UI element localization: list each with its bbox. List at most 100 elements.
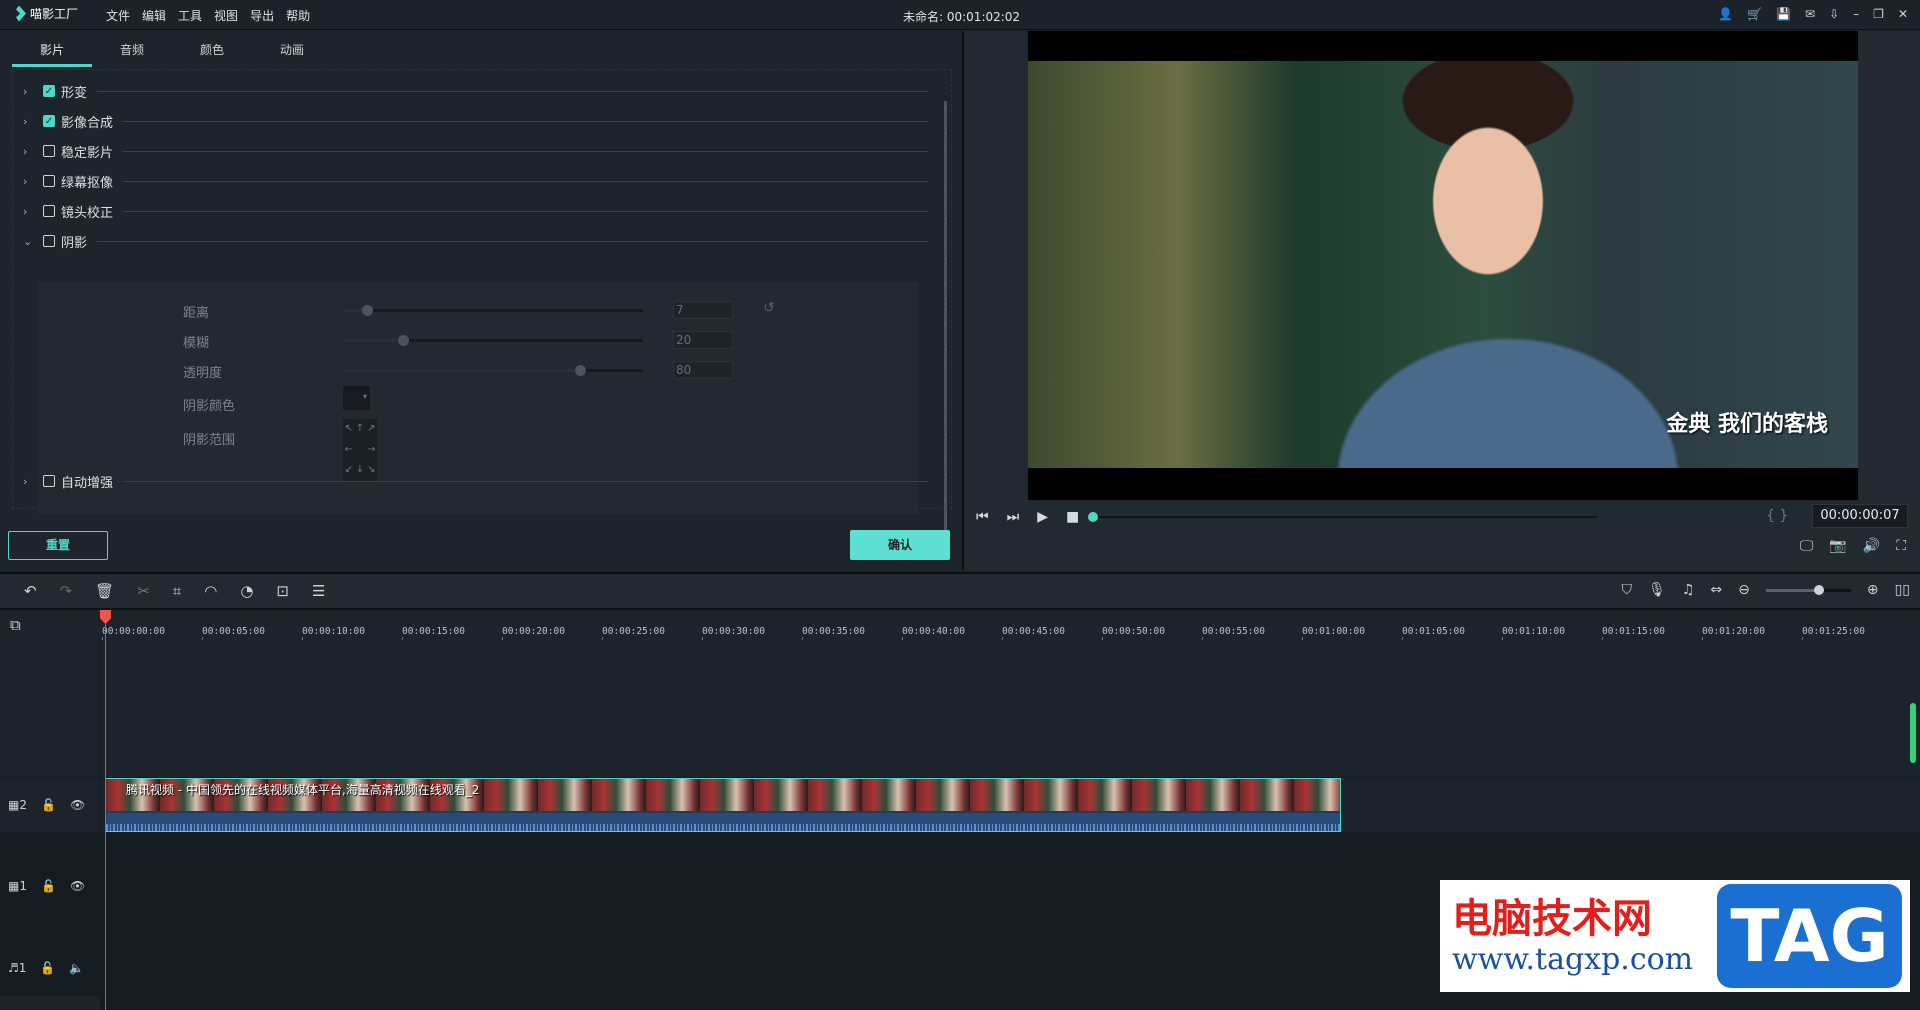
section-chroma-key[interactable]: › 绿幕抠像 [23, 170, 928, 192]
download-icon[interactable]: ⇩ [1829, 7, 1839, 21]
user-icon[interactable]: 👤 [1718, 7, 1733, 21]
section-lens-correction[interactable]: › 镜头校正 [23, 200, 928, 222]
opacity-input[interactable]: 80 [673, 361, 733, 379]
menu-file[interactable]: 文件 [106, 7, 130, 24]
mark-in-out[interactable]: { } [1766, 508, 1788, 524]
fullscreen-icon[interactable]: ⛶ [1896, 538, 1906, 554]
menu-tools[interactable]: 工具 [178, 7, 202, 24]
crop-icon[interactable]: ⌗ [173, 582, 181, 600]
reset-button[interactable]: 重置 [8, 531, 108, 560]
section-compositing[interactable]: › ✓ 影像合成 [23, 110, 928, 132]
arrow-up-icon[interactable]: ↑ [354, 419, 365, 440]
chevron-down-icon[interactable]: ⌄ [23, 235, 37, 248]
cart-icon[interactable]: 🛒 [1747, 7, 1762, 21]
redo-icon[interactable]: ↷ [60, 582, 73, 600]
chevron-right-icon[interactable]: › [23, 205, 37, 218]
panel-toggle-icon[interactable]: ▯▯ [1895, 582, 1910, 598]
checkbox[interactable] [43, 145, 55, 157]
playback-knob[interactable] [1088, 512, 1098, 522]
color-icon[interactable]: ◔ [240, 582, 253, 600]
menu-edit[interactable]: 编辑 [142, 7, 166, 24]
add-track-icon[interactable]: ⧉ [10, 616, 21, 634]
menu-view[interactable]: 视图 [214, 7, 238, 24]
minimize-icon[interactable]: – [1853, 7, 1859, 21]
checkbox[interactable]: ✓ [43, 85, 55, 97]
zoom-in-icon[interactable]: ⊕ [1867, 582, 1879, 598]
adjust-icon[interactable]: ☰ [312, 582, 325, 600]
checkbox[interactable] [43, 205, 55, 217]
cut-icon[interactable]: ✂ [137, 582, 150, 600]
panel-scrollbar[interactable] [944, 101, 947, 534]
section-shadow[interactable]: ⌄ 阴影 [23, 230, 928, 252]
preview-tools: 🖵 📷 🔊 ⛶ [1800, 538, 1906, 554]
zoom-out-icon[interactable]: ⊖ [1738, 582, 1750, 598]
restore-icon[interactable]: ❐ [1873, 7, 1884, 21]
speaker-icon[interactable]: 🔈 [69, 961, 84, 975]
microphone-icon[interactable]: 🎙 [1648, 582, 1666, 598]
checkbox[interactable]: ✓ [43, 115, 55, 127]
slider-knob[interactable] [1813, 584, 1824, 595]
checkbox[interactable] [43, 475, 55, 487]
slider-knob[interactable] [575, 365, 586, 376]
fit-timeline-icon[interactable]: ⇔ [1710, 582, 1722, 598]
checkbox[interactable] [43, 175, 55, 187]
tab-video[interactable]: 影片 [12, 41, 92, 67]
timeline-scrollbar[interactable] [1910, 703, 1916, 763]
arrow-right-icon[interactable]: → [366, 440, 377, 461]
timeline-ruler[interactable]: ⧉ 00:00:00:00 00:00:05:00 00:00:10:00 00:00… [0, 610, 1920, 642]
arrow-up-left-icon[interactable]: ↖ [343, 419, 354, 440]
undo-icon[interactable]: ↶ [24, 582, 37, 600]
save-icon[interactable]: 💾 [1776, 7, 1791, 21]
lock-icon[interactable]: 🔓 [40, 961, 55, 975]
lock-icon[interactable]: 🔓 [41, 798, 56, 812]
playhead-line[interactable] [105, 610, 106, 1010]
opacity-slider[interactable] [343, 365, 643, 376]
ok-button[interactable]: 确认 [850, 530, 950, 560]
empty-track-lane [101, 640, 1920, 777]
chevron-right-icon[interactable]: › [23, 175, 37, 188]
slider-knob[interactable] [398, 335, 409, 346]
prev-frame-icon[interactable]: ⏮ [976, 509, 989, 525]
distance-slider[interactable] [343, 305, 643, 316]
chevron-right-icon[interactable]: › [23, 85, 37, 98]
tab-animation[interactable]: 动画 [252, 41, 332, 67]
audio-mixer-icon[interactable]: ♫ [1682, 582, 1695, 598]
video-clip[interactable]: 腾讯视频 - 中国领先的在线视频媒体平台,海量高清视频在线观看_2 [105, 778, 1341, 832]
timeline-zoom-slider[interactable] [1765, 584, 1851, 595]
eye-icon[interactable]: 👁 [70, 879, 85, 893]
arrow-left-icon[interactable]: ← [343, 440, 354, 461]
tab-audio[interactable]: 音频 [92, 41, 172, 67]
slider-knob[interactable] [362, 305, 373, 316]
mail-icon[interactable]: ✉ [1805, 7, 1815, 21]
display-settings-icon[interactable]: 🖵 [1800, 538, 1814, 554]
volume-icon[interactable]: 🔊 [1863, 538, 1880, 554]
chevron-right-icon[interactable]: › [23, 475, 37, 488]
speed-icon[interactable]: ◠ [204, 582, 217, 600]
menu-help[interactable]: 帮助 [286, 7, 310, 24]
section-stabilize[interactable]: › 稳定影片 [23, 140, 928, 162]
stop-icon[interactable]: ■ [1066, 509, 1079, 525]
section-auto-enhance[interactable]: › 自动增强 [23, 470, 928, 492]
snapshot-icon[interactable]: 📷 [1829, 538, 1846, 554]
arrow-up-right-icon[interactable]: ↗ [366, 419, 377, 440]
playback-progress[interactable] [1092, 516, 1597, 518]
lock-icon[interactable]: 🔓 [41, 879, 56, 893]
shadow-color-picker[interactable]: ▾ [343, 386, 370, 410]
blur-slider[interactable] [343, 335, 643, 346]
eye-icon[interactable]: 👁 [70, 798, 85, 812]
chevron-right-icon[interactable]: › [23, 145, 37, 158]
close-icon[interactable]: ✕ [1898, 7, 1908, 21]
checkbox[interactable] [43, 235, 55, 247]
distance-input[interactable]: 7 [673, 301, 733, 319]
blur-input[interactable]: 20 [673, 331, 733, 349]
next-frame-icon[interactable]: ⏭ [1007, 509, 1020, 525]
delete-icon[interactable]: 🗑 [95, 582, 114, 600]
green-screen-icon[interactable]: ⊡ [276, 582, 289, 600]
play-icon[interactable]: ▶ [1037, 509, 1048, 525]
section-transform[interactable]: › ✓ 形变 [23, 80, 928, 102]
marker-icon[interactable]: ⛉ [1622, 582, 1633, 598]
menu-export[interactable]: 导出 [250, 7, 274, 24]
chevron-right-icon[interactable]: › [23, 115, 37, 128]
tab-color[interactable]: 颜色 [172, 41, 252, 67]
reset-icon[interactable]: ↺ [763, 300, 775, 316]
